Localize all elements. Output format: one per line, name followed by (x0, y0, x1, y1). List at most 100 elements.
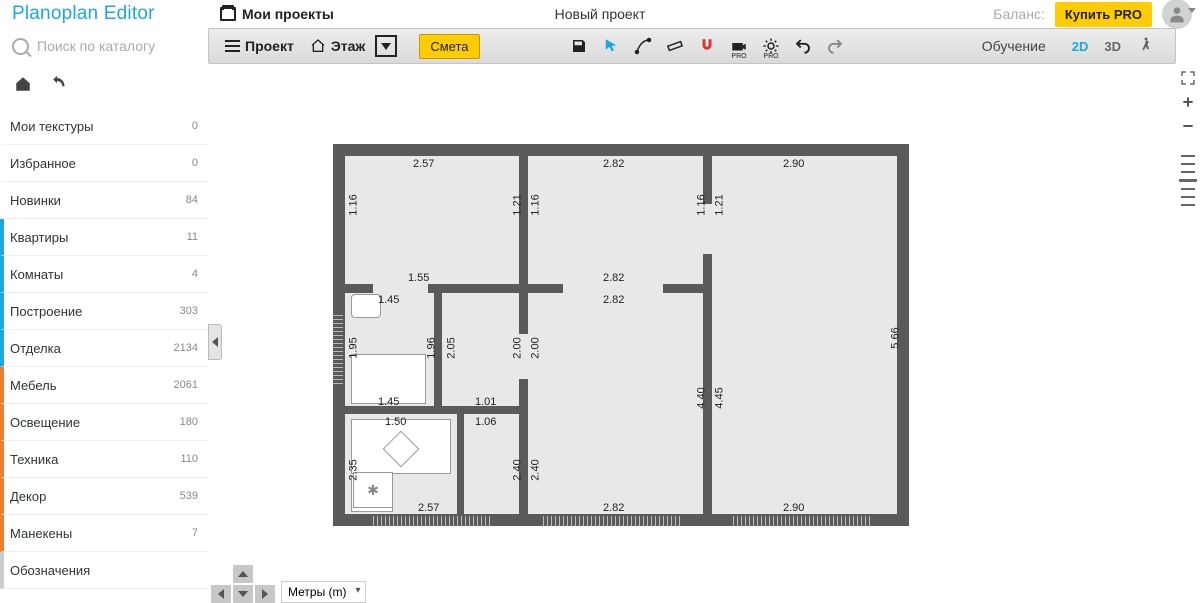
catalog-list[interactable]: Мои текстуры0 Избранное0 Новинки84 Кварт… (0, 108, 208, 603)
pan-down[interactable] (233, 585, 253, 603)
dim-label: 2.57 (418, 502, 439, 514)
catalog-count: 0 (192, 120, 198, 132)
zoom-slider-tick[interactable] (1181, 204, 1195, 206)
catalog-item[interactable]: Новинки84 (0, 182, 208, 219)
catalog-label: Комнаты (10, 267, 192, 282)
ruler-icon[interactable] (665, 36, 685, 56)
zoom-slider-tick[interactable] (1181, 196, 1195, 198)
undo-icon[interactable] (793, 36, 813, 56)
catalog-label: Освещение (10, 415, 180, 430)
dim-label: 2.40 (512, 459, 524, 480)
cursor-icon[interactable] (601, 36, 621, 56)
pan-right[interactable] (255, 585, 275, 603)
catalog-label: Манекены (10, 526, 192, 541)
catalog-count: 180 (180, 416, 198, 428)
catalog-count: 84 (186, 194, 198, 206)
catalog-item[interactable]: Обозначения (0, 552, 208, 589)
floor-menu[interactable]: Этаж (304, 34, 372, 58)
dim-label: 1.55 (408, 272, 429, 284)
back-icon[interactable] (48, 75, 66, 98)
zoom-slider-tick[interactable] (1181, 163, 1195, 165)
catalog-item[interactable]: Квартиры11 (0, 219, 208, 256)
dim-label: 2.05 (446, 337, 458, 358)
dim-label: 2.00 (530, 337, 542, 358)
catalog-item[interactable]: Построение303 (0, 293, 208, 330)
dim-label: 5.66 (890, 327, 902, 348)
catalog-label: Техника (10, 452, 180, 467)
project-label: Проект (245, 38, 294, 54)
fit-screen-icon[interactable] (1178, 68, 1198, 88)
dim-label: 2.82 (603, 502, 624, 514)
catalog-item[interactable]: Манекены7 (0, 515, 208, 552)
catalog-label: Мебель (10, 378, 174, 393)
pan-left[interactable] (211, 585, 231, 603)
estimate-button[interactable]: Смета (419, 34, 479, 59)
floorplan[interactable]: ✱ 2.57 2.82 2.90 1.16 1.21 1.16 1.16 1.2… (333, 144, 909, 526)
main-toolbar: Проект Этаж Смета PRO PRO Обучение 2D (208, 28, 1176, 64)
zoom-in-icon[interactable] (1178, 92, 1198, 112)
dim-label: 1.16 (696, 194, 708, 215)
dim-label: 1.16 (530, 194, 542, 215)
folder-icon (220, 7, 236, 21)
catalog-count: 539 (180, 490, 198, 502)
menu-icon (225, 40, 240, 52)
catalog-count: 110 (180, 453, 198, 465)
dim-label: 2.90 (783, 158, 804, 170)
view-3d-tab[interactable]: 3D (1104, 35, 1121, 58)
floor-label: Этаж (331, 38, 366, 54)
catalog-item[interactable]: Техника110 (0, 441, 208, 478)
view-walk-tab[interactable] (1137, 32, 1155, 61)
buy-pro-button[interactable]: Купить PRO (1055, 2, 1152, 27)
line-tool-icon[interactable] (633, 36, 653, 56)
dim-label: 1.45 (378, 294, 399, 306)
floor-dropdown[interactable] (375, 35, 397, 57)
zoom-slider-tick[interactable] (1181, 155, 1195, 157)
save-icon[interactable] (569, 36, 589, 56)
catalog-item[interactable]: Отделка2134 (0, 330, 208, 367)
home-icon[interactable] (14, 75, 32, 98)
sidebar-collapse-handle[interactable] (208, 324, 222, 360)
catalog-count: 303 (180, 305, 198, 317)
user-icon (1167, 4, 1187, 24)
dim-label: 1.16 (348, 194, 360, 215)
catalog-count: 11 (187, 231, 198, 243)
catalog-item[interactable]: Декор539 (0, 478, 208, 515)
catalog-label: Декор (10, 489, 180, 504)
zoom-slider-tick[interactable] (1181, 171, 1195, 173)
floorplan-canvas[interactable]: ✱ 2.57 2.82 2.90 1.16 1.21 1.16 1.16 1.2… (208, 64, 1170, 603)
catalog-search[interactable]: Поиск по каталогу (0, 28, 208, 64)
view-2d-tab[interactable]: 2D (1072, 35, 1089, 58)
canvas-area: ✱ 2.57 2.82 2.90 1.16 1.21 1.16 1.16 1.2… (208, 64, 1170, 603)
dim-label: 4.40 (696, 387, 708, 408)
catalog-item[interactable]: Избранное0 (0, 145, 208, 182)
redo-icon[interactable] (825, 36, 845, 56)
units-dropdown[interactable]: Метры (m) (281, 581, 366, 603)
light-pro-icon[interactable]: PRO (761, 36, 781, 56)
catalog-label: Избранное (10, 156, 192, 171)
magnet-icon[interactable] (697, 36, 717, 56)
dim-label: 1.21 (714, 194, 726, 215)
dim-label: 2.57 (413, 158, 434, 170)
catalog-item[interactable]: Комнаты4 (0, 256, 208, 293)
learning-link[interactable]: Обучение (972, 38, 1056, 54)
catalog-label: Мои текстуры (10, 119, 192, 134)
my-projects-link[interactable]: Мои проекты (220, 6, 334, 22)
catalog-item[interactable]: Освещение180 (0, 404, 208, 441)
zoom-slider-thumb[interactable] (1179, 179, 1197, 182)
avatar-menu[interactable] (1162, 0, 1192, 29)
app-title: Planoplan Editor (0, 3, 208, 25)
dim-label: 2.90 (783, 502, 804, 514)
catalog-label: Отделка (10, 341, 174, 356)
project-menu[interactable]: Проект (219, 34, 300, 58)
dim-label: 1.95 (348, 337, 360, 358)
chevron-down-icon (1188, 8, 1196, 13)
catalog-count: 0 (192, 157, 198, 169)
zoom-out-icon[interactable] (1178, 116, 1198, 136)
zoom-slider-tick[interactable] (1181, 188, 1195, 190)
catalog-item[interactable]: Мои текстуры0 (0, 108, 208, 145)
catalog-label: Обозначения (10, 563, 198, 578)
camera-pro-icon[interactable]: PRO (729, 36, 749, 56)
pan-up[interactable] (233, 565, 253, 583)
house-icon (310, 38, 326, 54)
catalog-item[interactable]: Мебель2061 (0, 367, 208, 404)
